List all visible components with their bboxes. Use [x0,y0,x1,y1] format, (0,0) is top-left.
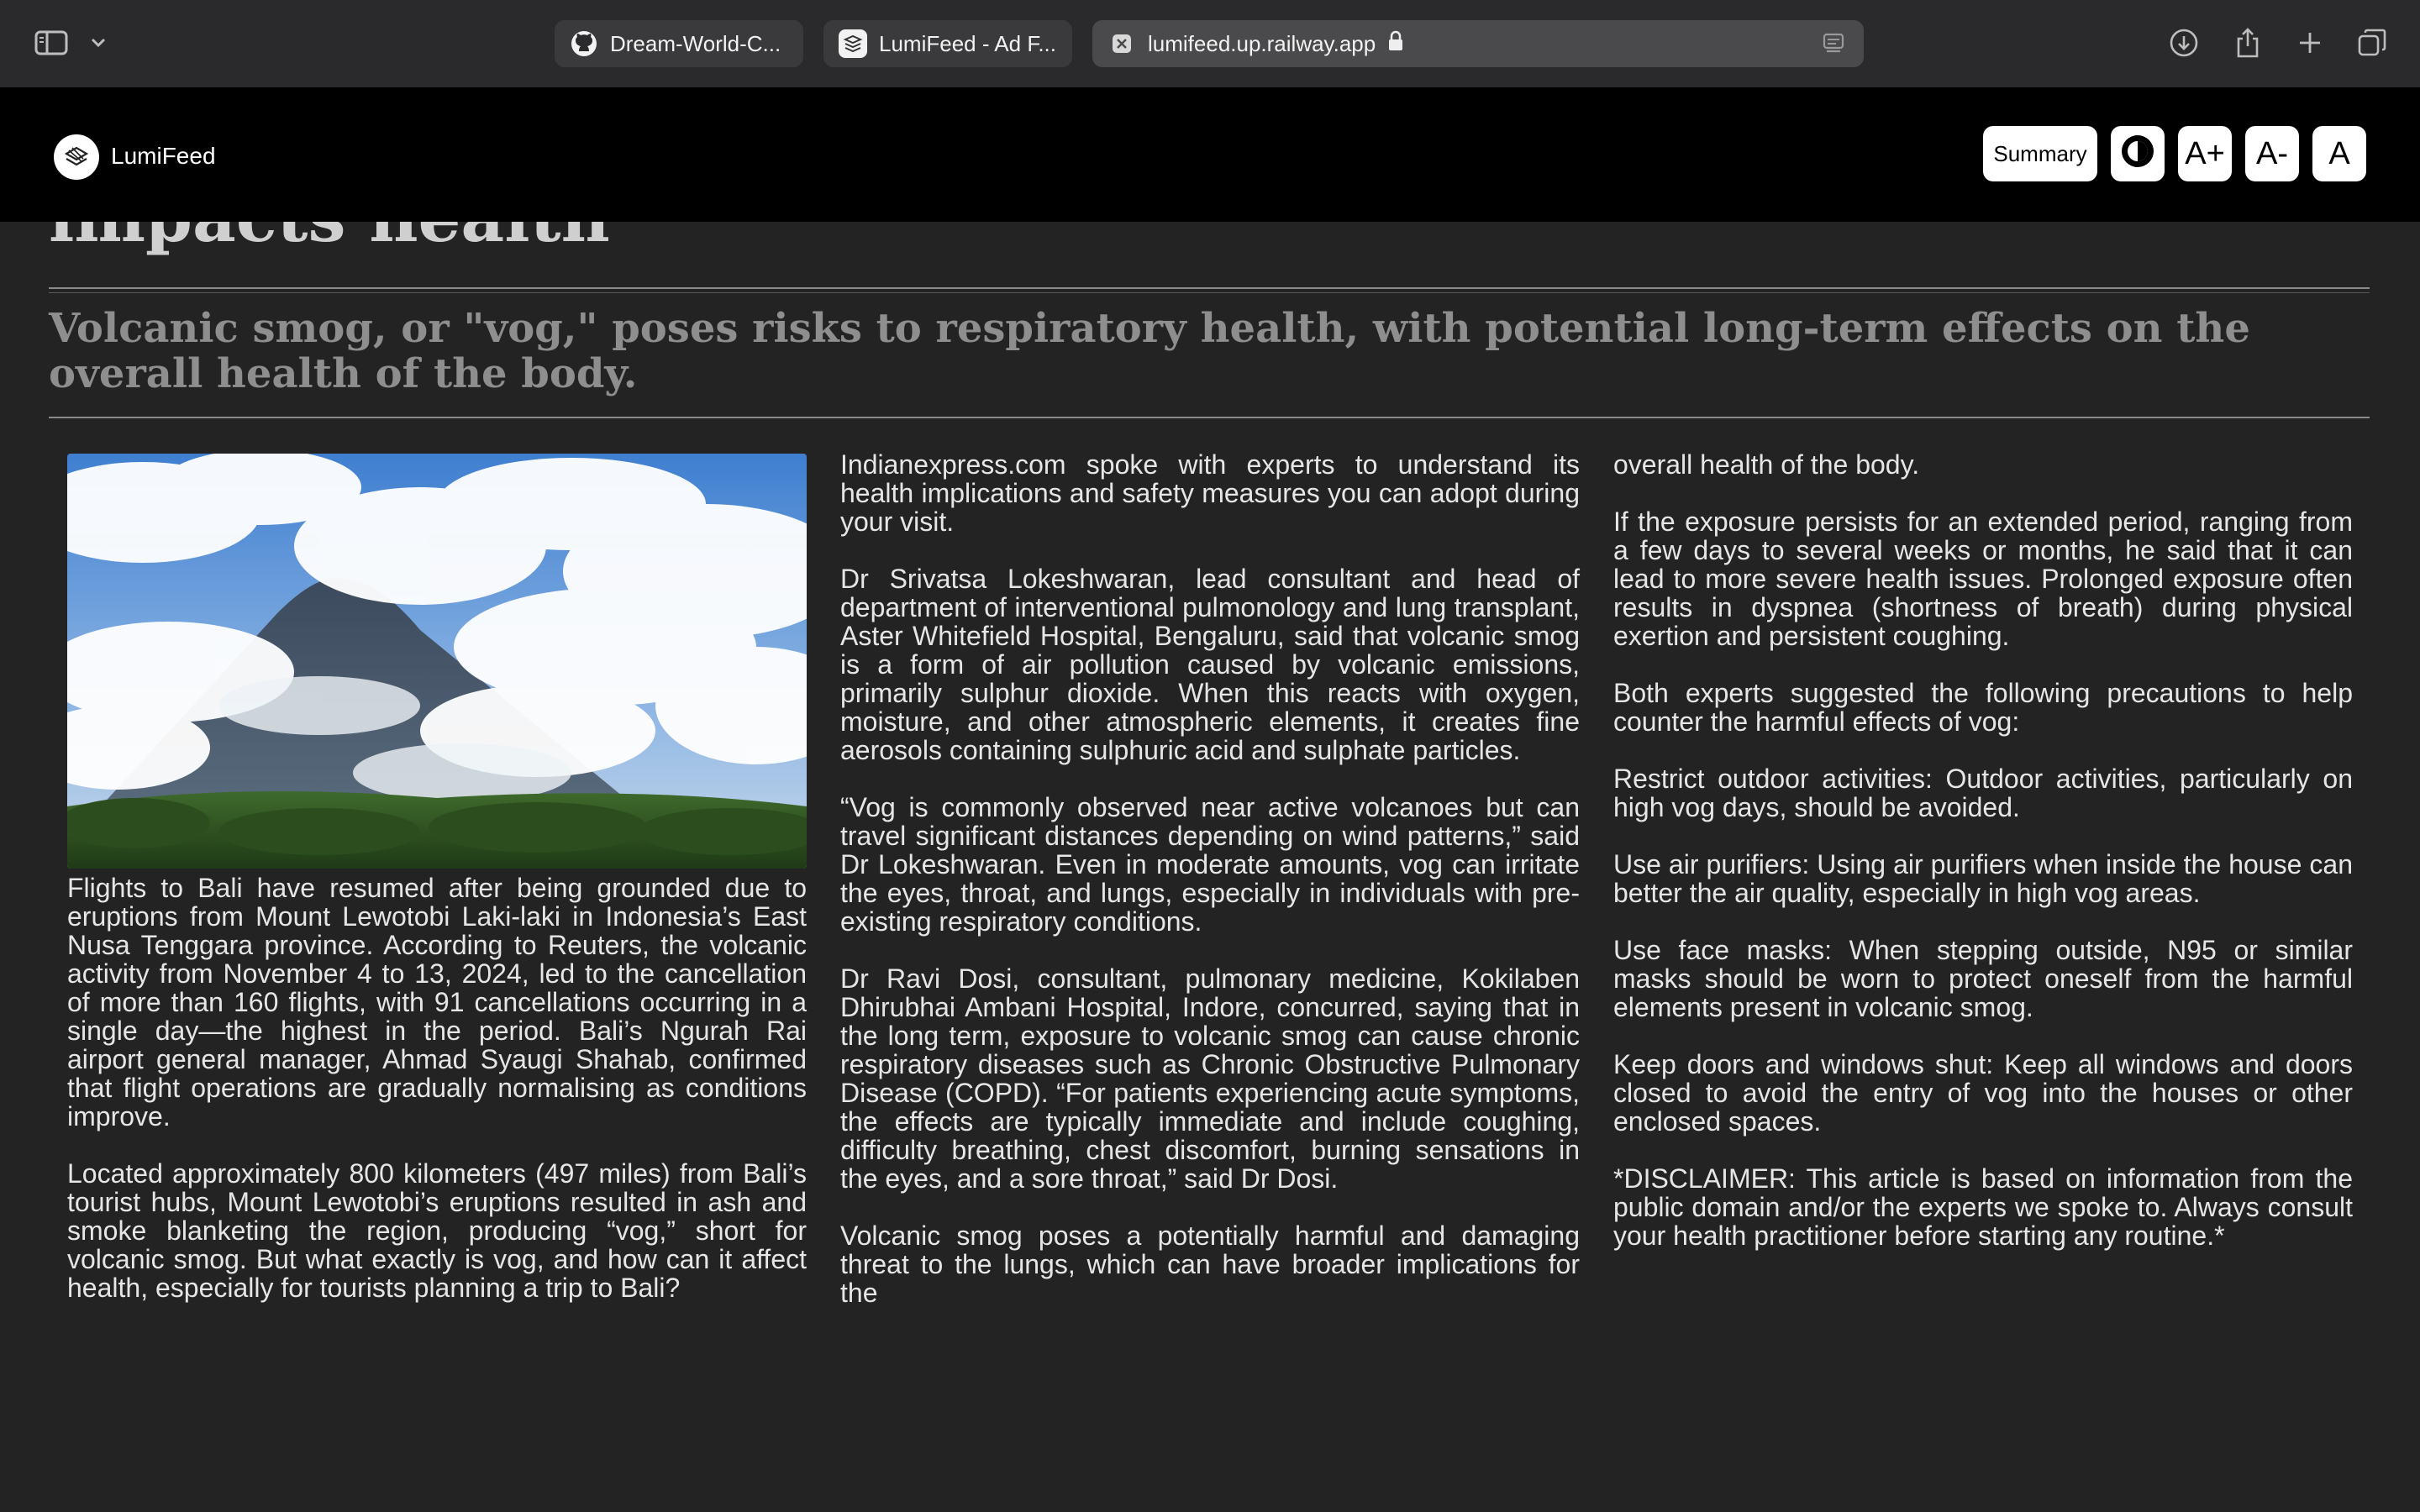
article-paragraph: Both experts suggested the following pre… [1613,678,2353,737]
article-paragraph: “Vog is commonly observed near active vo… [840,792,1580,937]
lumifeed-favicon [839,29,867,58]
tab-label: LumiFeed - Ad F... [879,30,1056,56]
article-column-1: Flights to Bali have resumed after being… [67,454,807,1331]
article-paragraph: Restrict outdoor activities: Outdoor act… [1613,764,2353,822]
address-url: lumifeed.up.railway.app [1148,30,1376,56]
article-paragraph: Indianexpress.com spoke with experts to … [840,449,1580,537]
reader-mode-icon[interactable] [1822,32,1845,61]
contrast-icon [2119,133,2156,176]
divider [49,292,2370,293]
article-paragraph: Use air purifiers: Using air purifiers w… [1613,849,2353,908]
article-subheadline: Volcanic smog, or "vog," poses risks to … [49,305,2250,397]
article-paragraph: Located approximately 800 kilometers (49… [67,1158,807,1303]
browser-tab-lumifeed[interactable]: LumiFeed - Ad F... [823,20,1072,67]
article-paragraph: Volcanic smog poses a potentially harmfu… [840,1221,1580,1308]
site-header: LumiFeed Summary A+ A- A [0,87,2420,222]
github-icon [570,29,598,58]
font-decrease-button[interactable]: A- [2245,126,2299,181]
divider [49,417,2370,418]
article-paragraph: Dr Srivatsa Lokeshwaran, lead consultant… [840,564,1580,765]
article-column-2: Indianexpress.com spoke with experts to … [840,450,1580,1336]
article-paragraph: Flights to Bali have resumed after being… [67,873,807,1131]
article-paragraph: If the exposure persists for an extended… [1613,507,2353,651]
download-icon[interactable] [2165,24,2203,62]
divider [49,287,2370,289]
tab-overview-icon[interactable] [2353,24,2391,62]
tab-label: Dream-World-C... [610,30,781,56]
new-tab-icon[interactable] [2291,24,2329,62]
article-column-3: overall health of the body. If the expos… [1613,450,2353,1278]
font-reset-button[interactable]: A [2312,126,2366,181]
lock-icon [1387,30,1404,58]
article-paragraph: *DISCLAIMER: This article is based on in… [1613,1163,2353,1251]
browser-tab-github[interactable]: Dream-World-C... [555,20,803,67]
browser-address-bar[interactable]: lumifeed.up.railway.app [1092,20,1864,67]
volcano-photo [67,454,807,869]
article-paragraph: Keep doors and windows shut: Keep all wi… [1613,1049,2353,1137]
article-headline: impacts health [49,222,610,257]
article: impacts health Volcanic smog, or "vog," … [0,222,2420,1512]
article-paragraph: Use face masks: When stepping outside, N… [1613,935,2353,1022]
share-icon[interactable] [2228,24,2267,62]
chevron-down-icon[interactable] [84,27,113,59]
browser-toolbar: Dream-World-C... LumiFeed - Ad F... lumi… [0,0,2420,87]
sidebar-toggle-icon[interactable] [32,27,71,59]
article-paragraph: Dr Ravi Dosi, consultant, pulmonary medi… [840,963,1580,1194]
font-increase-button[interactable]: A+ [2178,126,2232,181]
close-tab-icon[interactable] [1107,29,1136,58]
contrast-toggle-button[interactable] [2111,126,2165,181]
brand-name[interactable]: LumiFeed [111,143,216,170]
article-paragraph: overall health of the body. [1613,449,1920,480]
lumifeed-logo-icon[interactable] [54,134,99,180]
summary-button[interactable]: Summary [1983,126,2097,181]
